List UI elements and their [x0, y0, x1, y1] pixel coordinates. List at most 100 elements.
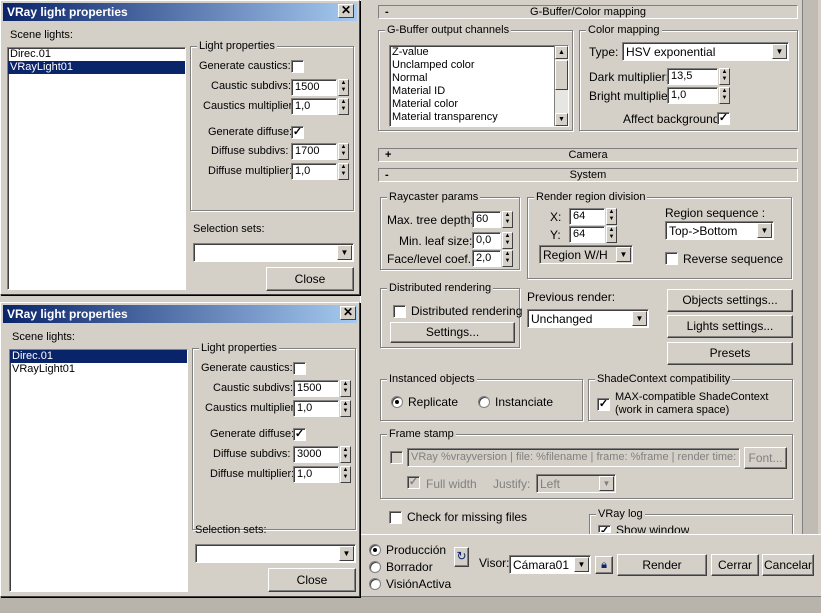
cycle-icon[interactable]: ↻ — [454, 547, 469, 567]
spinner-arrows-icon[interactable]: ▲ ▼ — [502, 211, 513, 228]
spinner-arrows-icon[interactable]: ▲ ▼ — [338, 143, 349, 160]
lights-settings-button[interactable]: Lights settings... — [667, 315, 793, 338]
reverse-seq-checkbox[interactable] — [665, 252, 678, 265]
borrador-radio[interactable] — [369, 561, 381, 573]
cerrar-button[interactable]: Cerrar — [711, 554, 759, 576]
check-missing-checkbox[interactable] — [389, 511, 402, 524]
scene-lights-list[interactable]: Direc.01 VRayLight01 — [9, 349, 188, 592]
spinner-arrows-icon[interactable]: ▲ ▼ — [719, 68, 730, 85]
produccion-radio[interactable] — [369, 544, 381, 556]
max-tree-depth-value[interactable]: 60 — [472, 211, 501, 228]
caustic-subdivs-value[interactable]: 1500 — [293, 380, 339, 397]
spinner-arrows-icon[interactable]: ▲ ▼ — [340, 466, 351, 483]
type-dropdown[interactable]: HSV exponential ▼ — [622, 42, 789, 61]
chevron-down-icon[interactable]: ▼ — [337, 245, 352, 260]
dark-mult-value[interactable]: 13,5 — [667, 68, 718, 85]
list-item[interactable]: VRayLight01 — [8, 61, 185, 74]
scene-lights-list[interactable]: Direc.01 VRayLight01 — [7, 47, 186, 290]
close-icon[interactable]: ✕ — [338, 4, 354, 18]
y-value[interactable]: 64 — [569, 226, 605, 243]
caustics-multiplier-spinner[interactable]: 1,0 ▲ ▼ — [293, 400, 351, 417]
list-scrollbar[interactable]: ▲ ▼ — [554, 46, 568, 126]
chevron-down-icon[interactable]: ▼ — [574, 557, 589, 572]
spinner-arrows-icon[interactable]: ▲ ▼ — [338, 163, 349, 180]
diffuse-subdivs-spinner[interactable]: 1700 ▲ ▼ — [291, 143, 349, 160]
show-window-checkbox[interactable]: ✓ — [598, 525, 611, 533]
spinner-arrows-icon[interactable]: ▲ ▼ — [502, 250, 513, 267]
objects-settings-button[interactable]: Objects settings... — [667, 289, 793, 312]
diffuse-multiplier-spinner[interactable]: 1,0 ▲ ▼ — [291, 163, 349, 180]
close-button[interactable]: Close — [266, 267, 354, 291]
min-leaf-spinner[interactable]: 0,0 ▲ ▼ — [472, 232, 513, 249]
caustic-subdivs-value[interactable]: 1500 — [291, 79, 337, 96]
lock-icon[interactable]: 🔒︎ — [595, 556, 613, 574]
replicate-radio[interactable] — [391, 396, 403, 408]
list-item[interactable]: Direc.01 — [8, 48, 185, 61]
settings-button[interactable]: Settings... — [390, 322, 515, 343]
justify-dropdown[interactable]: Left ▼ — [536, 474, 616, 493]
min-leaf-value[interactable]: 0,0 — [472, 232, 501, 249]
vision-activa-radio[interactable] — [369, 578, 381, 590]
frame-stamp-checkbox[interactable] — [390, 451, 403, 464]
list-item[interactable]: Unclamped color — [390, 59, 568, 72]
caustics-multiplier-value[interactable]: 1,0 — [291, 98, 337, 115]
list-item[interactable]: VRayLight01 — [10, 363, 187, 376]
distributed-checkbox[interactable] — [393, 305, 406, 318]
generate-diffuse-checkbox[interactable]: ✓ — [293, 428, 306, 441]
close-icon[interactable]: ✕ — [340, 306, 356, 320]
visor-dropdown[interactable]: Cámara01 ▼ — [509, 555, 591, 574]
list-item[interactable]: Material transparency — [390, 111, 568, 124]
chevron-down-icon[interactable]: ▼ — [772, 44, 787, 59]
scroll-down-icon[interactable]: ▼ — [555, 113, 568, 126]
chevron-down-icon[interactable]: ▼ — [616, 247, 631, 262]
scroll-thumb[interactable] — [555, 60, 568, 90]
x-spinner[interactable]: 64 ▲ ▼ — [569, 208, 617, 225]
selection-sets-dropdown[interactable]: ▼ — [195, 544, 356, 563]
list-item[interactable]: Z-value — [390, 46, 568, 59]
caustic-subdivs-spinner[interactable]: 1500 ▲ ▼ — [293, 380, 351, 397]
close-button[interactable]: Close — [268, 568, 356, 592]
diffuse-subdivs-value[interactable]: 3000 — [293, 446, 339, 463]
chevron-down-icon[interactable]: ▼ — [599, 476, 614, 491]
system-rollout[interactable]: - System — [378, 168, 798, 182]
caustic-subdivs-spinner[interactable]: 1500 ▲ ▼ — [291, 79, 349, 96]
cancelar-button[interactable]: Cancelar — [762, 554, 814, 576]
list-item[interactable]: Material color — [390, 98, 568, 111]
scroll-up-icon[interactable]: ▲ — [555, 46, 568, 59]
diffuse-multiplier-value[interactable]: 1,0 — [291, 163, 337, 180]
chevron-down-icon[interactable]: ▼ — [339, 546, 354, 561]
spinner-arrows-icon[interactable]: ▲ ▼ — [340, 380, 351, 397]
spinner-arrows-icon[interactable]: ▲ ▼ — [606, 226, 617, 243]
presets-button[interactable]: Presets — [667, 342, 793, 365]
bright-mult-spinner[interactable]: 1,0 ▲ ▼ — [667, 87, 730, 104]
diffuse-subdivs-spinner[interactable]: 3000 ▲ ▼ — [293, 446, 351, 463]
face-level-value[interactable]: 2,0 — [472, 250, 501, 267]
spinner-arrows-icon[interactable]: ▲ ▼ — [719, 87, 730, 104]
caustics-multiplier-value[interactable]: 1,0 — [293, 400, 339, 417]
chevron-down-icon[interactable]: ▼ — [632, 311, 647, 326]
spinner-arrows-icon[interactable]: ▲ ▼ — [606, 208, 617, 225]
diffuse-multiplier-value[interactable]: 1,0 — [293, 466, 339, 483]
spinner-arrows-icon[interactable]: ▲ ▼ — [338, 98, 349, 115]
spinner-arrows-icon[interactable]: ▲ ▼ — [502, 232, 513, 249]
x-value[interactable]: 64 — [569, 208, 605, 225]
spinner-arrows-icon[interactable]: ▲ ▼ — [340, 446, 351, 463]
affect-bg-checkbox[interactable]: ✓ — [717, 112, 730, 125]
generate-caustics-checkbox[interactable] — [293, 362, 306, 375]
render-button[interactable]: Render — [617, 554, 707, 576]
region-wh-dropdown[interactable]: Region W/H ▼ — [539, 245, 633, 264]
gbuffer-rollout[interactable]: - G-Buffer/Color mapping — [378, 5, 798, 19]
y-spinner[interactable]: 64 ▲ ▼ — [569, 226, 617, 243]
selection-sets-dropdown[interactable]: ▼ — [193, 243, 354, 262]
full-width-checkbox[interactable]: ✓ — [407, 476, 420, 489]
list-item[interactable]: Normal — [390, 72, 568, 85]
spinner-arrows-icon[interactable]: ▲ ▼ — [340, 400, 351, 417]
font-button[interactable]: Font... — [744, 447, 787, 469]
camera-rollout[interactable]: + Camera — [378, 148, 798, 162]
generate-diffuse-checkbox[interactable]: ✓ — [291, 126, 304, 139]
dark-mult-spinner[interactable]: 13,5 ▲ ▼ — [667, 68, 730, 85]
bright-mult-value[interactable]: 1,0 — [667, 87, 718, 104]
region-seq-dropdown[interactable]: Top->Bottom ▼ — [665, 221, 774, 240]
generate-caustics-checkbox[interactable] — [291, 60, 304, 73]
diffuse-multiplier-spinner[interactable]: 1,0 ▲ ▼ — [293, 466, 351, 483]
